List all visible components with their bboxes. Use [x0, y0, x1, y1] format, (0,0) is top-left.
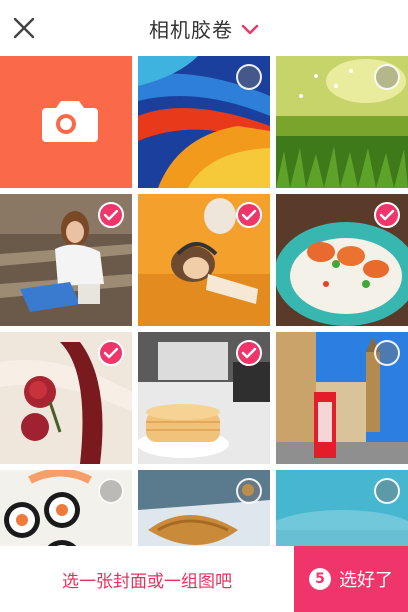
album-selector[interactable]: 相机胶卷	[0, 0, 408, 56]
photo-tile[interactable]	[138, 56, 270, 188]
top-bar: 相机胶卷	[0, 0, 408, 56]
bottom-bar: 选一张封面或一组图吧 5 选好了	[0, 546, 408, 612]
photo-tile[interactable]	[0, 470, 132, 546]
photo-tile[interactable]	[138, 194, 270, 326]
photo-grid	[0, 56, 408, 546]
select-toggle[interactable]	[236, 64, 262, 90]
photo-tile[interactable]	[276, 470, 408, 546]
photo-tile[interactable]	[138, 470, 270, 546]
select-toggle[interactable]	[98, 202, 124, 228]
done-label: 选好了	[339, 570, 393, 591]
select-toggle[interactable]	[374, 64, 400, 90]
select-toggle[interactable]	[374, 202, 400, 228]
select-toggle[interactable]	[236, 478, 262, 504]
chevron-down-icon	[241, 24, 259, 35]
select-toggle[interactable]	[236, 202, 262, 228]
selected-count-badge: 5	[309, 568, 331, 590]
photo-tile[interactable]	[0, 194, 132, 326]
selection-hint: 选一张封面或一组图吧	[62, 571, 232, 592]
select-toggle[interactable]	[98, 340, 124, 366]
done-button[interactable]: 5 选好了	[294, 546, 408, 612]
album-title: 相机胶卷	[149, 17, 233, 42]
camera-tile[interactable]	[0, 56, 132, 188]
select-toggle[interactable]	[374, 340, 400, 366]
photo-tile[interactable]	[138, 332, 270, 464]
camera-icon	[42, 101, 98, 142]
photo-tile[interactable]	[276, 194, 408, 326]
select-toggle[interactable]	[374, 478, 400, 504]
select-toggle[interactable]	[98, 478, 124, 504]
photo-tile[interactable]	[276, 56, 408, 188]
photo-tile[interactable]	[276, 332, 408, 464]
select-toggle[interactable]	[236, 340, 262, 366]
photo-tile[interactable]	[0, 332, 132, 464]
